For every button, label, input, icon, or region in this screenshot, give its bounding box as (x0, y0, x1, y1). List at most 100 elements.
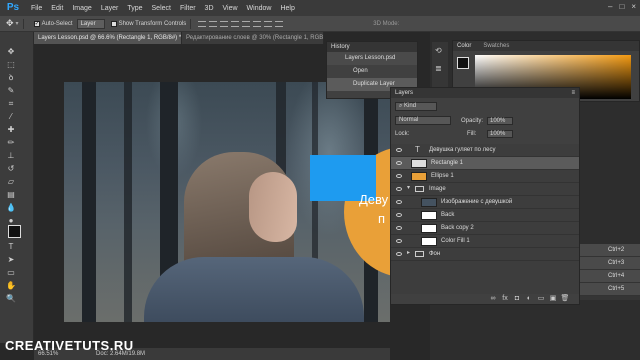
tab-color[interactable]: Color (457, 41, 471, 51)
eraser-tool-icon[interactable]: ▱ (5, 176, 17, 187)
menu-3d[interactable]: 3D (205, 5, 214, 12)
chevron-right-icon[interactable]: ▸ (407, 249, 410, 256)
crop-tool-icon[interactable]: ⌗ (5, 98, 17, 109)
layer-row[interactable]: Color Fill 1 (391, 235, 579, 248)
layer-name[interactable]: Back (441, 209, 454, 222)
blur-tool-icon[interactable]: 💧 (5, 202, 17, 213)
visibility-icon[interactable] (396, 239, 402, 243)
menu-view[interactable]: View (223, 5, 238, 12)
color-foreground-swatch[interactable] (457, 57, 469, 69)
layer-name[interactable]: Back copy 2 (441, 222, 474, 235)
align-bottom-icon[interactable] (220, 20, 229, 27)
shortcut-row[interactable]: Ctrl+5 (580, 283, 640, 296)
layer-name[interactable]: Ellipse 1 (431, 170, 454, 183)
marquee-tool-icon[interactable]: ⬚ (5, 59, 17, 70)
quick-mask-icon[interactable] (5, 254, 17, 265)
brush-tool-icon[interactable]: ✏ (5, 137, 17, 148)
auto-select-target-dropdown[interactable]: Layer (76, 18, 105, 29)
layer-row[interactable]: Back copy 2 (391, 222, 579, 235)
layer-row[interactable]: Back (391, 209, 579, 222)
lasso-tool-icon[interactable]: ꝺ (5, 72, 17, 83)
close-button[interactable]: × (631, 2, 636, 11)
layer-name[interactable]: Image (429, 183, 446, 196)
menu-image[interactable]: Image (72, 5, 91, 12)
menu-window[interactable]: Window (247, 5, 272, 12)
transform-controls-checkbox[interactable] (110, 20, 117, 27)
tab-edit-layers[interactable]: Редактирование слоев @ 30% (Rectangle 1,… (182, 32, 324, 44)
canvas-text-line2[interactable]: п (378, 211, 385, 226)
zoom-tool-icon[interactable]: 🔍 (5, 293, 17, 304)
layer-name[interactable]: Фон (429, 248, 440, 261)
menu-help[interactable]: Help (280, 5, 294, 12)
panel-menu-icon[interactable]: ≡ (571, 88, 575, 98)
quick-select-tool-icon[interactable]: ✎ (5, 85, 17, 96)
visibility-icon[interactable] (396, 148, 402, 152)
shortcut-row[interactable]: Ctrl+3 (580, 257, 640, 270)
auto-select-checkbox[interactable] (33, 20, 40, 27)
visibility-icon[interactable] (396, 213, 402, 217)
chevron-down-icon[interactable]: ▾ (407, 184, 410, 191)
layer-group-row[interactable]: ▾ Image (391, 183, 579, 196)
maximize-button[interactable]: □ (619, 2, 624, 11)
foreground-color-swatch[interactable] (8, 225, 21, 238)
align-left-icon[interactable] (231, 20, 240, 27)
menu-edit[interactable]: Edit (51, 5, 63, 12)
layer-row[interactable]: T Девушка гуляет по лесу (391, 144, 579, 157)
align-right-icon[interactable] (253, 20, 262, 27)
history-snapshot[interactable]: Layers Lesson.psd (327, 52, 417, 65)
history-panel-icon[interactable]: ⟲ (435, 46, 442, 55)
align-center-icon[interactable] (242, 20, 251, 27)
eyedropper-tool-icon[interactable]: ⁄ (5, 111, 17, 122)
trash-icon[interactable]: 🗑 (559, 294, 571, 302)
opacity-input[interactable]: 100% (487, 117, 513, 125)
link-icon[interactable]: ∞ (487, 295, 499, 302)
shortcut-row[interactable]: Ctrl+2 (580, 244, 640, 257)
history-item-open[interactable]: Open (327, 65, 417, 78)
gradient-tool-icon[interactable]: ▤ (5, 189, 17, 200)
hand-tool-icon[interactable]: ✋ (5, 280, 17, 291)
align-top-icon[interactable] (198, 20, 207, 27)
fill-input[interactable]: 100% (487, 130, 513, 138)
menu-file[interactable]: File (31, 5, 42, 12)
healing-brush-tool-icon[interactable]: ✚ (5, 124, 17, 135)
visibility-icon[interactable] (396, 200, 402, 204)
mask-icon[interactable]: ◘ (511, 295, 523, 302)
distribute-icon[interactable] (264, 20, 273, 27)
move-tool-icon[interactable]: ✥ (6, 18, 14, 29)
visibility-icon[interactable] (396, 174, 402, 178)
blend-mode-dropdown[interactable]: Normal (395, 116, 451, 125)
tab-layers-lesson[interactable]: Layers Lesson.psd @ 66.6% (Rectangle 1, … (34, 32, 182, 44)
layer-name[interactable]: Изображение с девушкой (441, 196, 512, 209)
layer-group-row[interactable]: ▸ Фон (391, 248, 579, 261)
tool-preset-chevron-icon[interactable]: ▾ (16, 20, 19, 27)
move-tool-icon[interactable]: ✥ (5, 46, 17, 57)
layer-name[interactable]: Rectangle 1 (431, 157, 463, 170)
history-brush-tool-icon[interactable]: ↺ (5, 163, 17, 174)
document-canvas[interactable] (64, 82, 390, 322)
properties-panel-icon[interactable]: ≣ (435, 64, 442, 73)
folder-icon[interactable]: ▭ (535, 294, 547, 302)
canvas-text-line1[interactable]: Деву (359, 192, 388, 207)
layer-name[interactable]: Девушка гуляет по лесу (429, 144, 495, 157)
menu-type[interactable]: Type (127, 5, 142, 12)
layer-name[interactable]: Color Fill 1 (441, 235, 470, 248)
fx-icon[interactable]: fx (499, 295, 511, 302)
visibility-icon[interactable] (396, 187, 402, 191)
menu-layer[interactable]: Layer (101, 5, 119, 12)
minimize-button[interactable]: – (608, 2, 612, 11)
layer-row-selected[interactable]: Rectangle 1 (391, 157, 579, 170)
align-middle-icon[interactable] (209, 20, 218, 27)
distribute-horizontal-icon[interactable] (275, 20, 284, 27)
new-layer-icon[interactable]: ▣ (547, 294, 559, 302)
adjustment-icon[interactable]: ◐ (523, 295, 535, 302)
rectangle-tool-icon[interactable]: ▭ (5, 267, 17, 278)
clone-stamp-tool-icon[interactable]: ⊥ (5, 150, 17, 161)
type-tool-icon[interactable]: T (5, 241, 17, 252)
menu-select[interactable]: Select (152, 5, 171, 12)
layer-row[interactable]: Ellipse 1 (391, 170, 579, 183)
filter-kind-dropdown[interactable]: ⌕ Kind (395, 102, 437, 111)
visibility-icon[interactable] (396, 252, 402, 256)
visibility-icon[interactable] (396, 161, 402, 165)
shortcut-row[interactable]: Ctrl+4 (580, 270, 640, 283)
tab-swatches[interactable]: Swatches (483, 41, 509, 51)
